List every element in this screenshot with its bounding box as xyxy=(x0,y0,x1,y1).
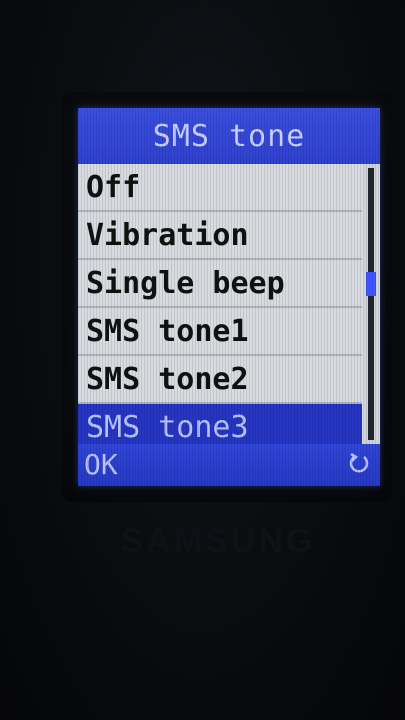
back-icon[interactable] xyxy=(346,451,372,477)
list-item-sms-tone1[interactable]: SMS tone1 xyxy=(78,308,362,356)
list-item-label: SMS tone3 xyxy=(86,409,249,445)
list-item-label: SMS tone1 xyxy=(86,313,249,349)
list-item-vibration[interactable]: Vibration xyxy=(78,212,362,260)
title-text: SMS tone xyxy=(152,118,306,154)
list-item-single-beep[interactable]: Single beep xyxy=(78,260,362,308)
list-item-label: Vibration xyxy=(86,217,249,253)
list-item-label: Off xyxy=(86,169,141,205)
scrollbar-track xyxy=(368,168,374,440)
tone-list: Off Vibration Single beep SMS tone1 SMS … xyxy=(78,164,362,454)
screen-title: SMS tone xyxy=(78,108,380,164)
softkey-bar: OK xyxy=(78,444,380,486)
scrollbar-thumb[interactable] xyxy=(366,272,376,296)
phone-screen: SMS tone Off Vibration Single beep SMS t… xyxy=(78,108,380,486)
list-item-sms-tone2[interactable]: SMS tone2 xyxy=(78,356,362,404)
device-brand-logo: SAMSUNG xyxy=(120,522,316,560)
list-item-off[interactable]: Off xyxy=(78,164,362,212)
scrollbar[interactable] xyxy=(364,164,378,444)
ok-softkey[interactable]: OK xyxy=(84,448,118,481)
list-item-label: SMS tone2 xyxy=(86,361,249,397)
list-item-label: Single beep xyxy=(86,265,285,301)
